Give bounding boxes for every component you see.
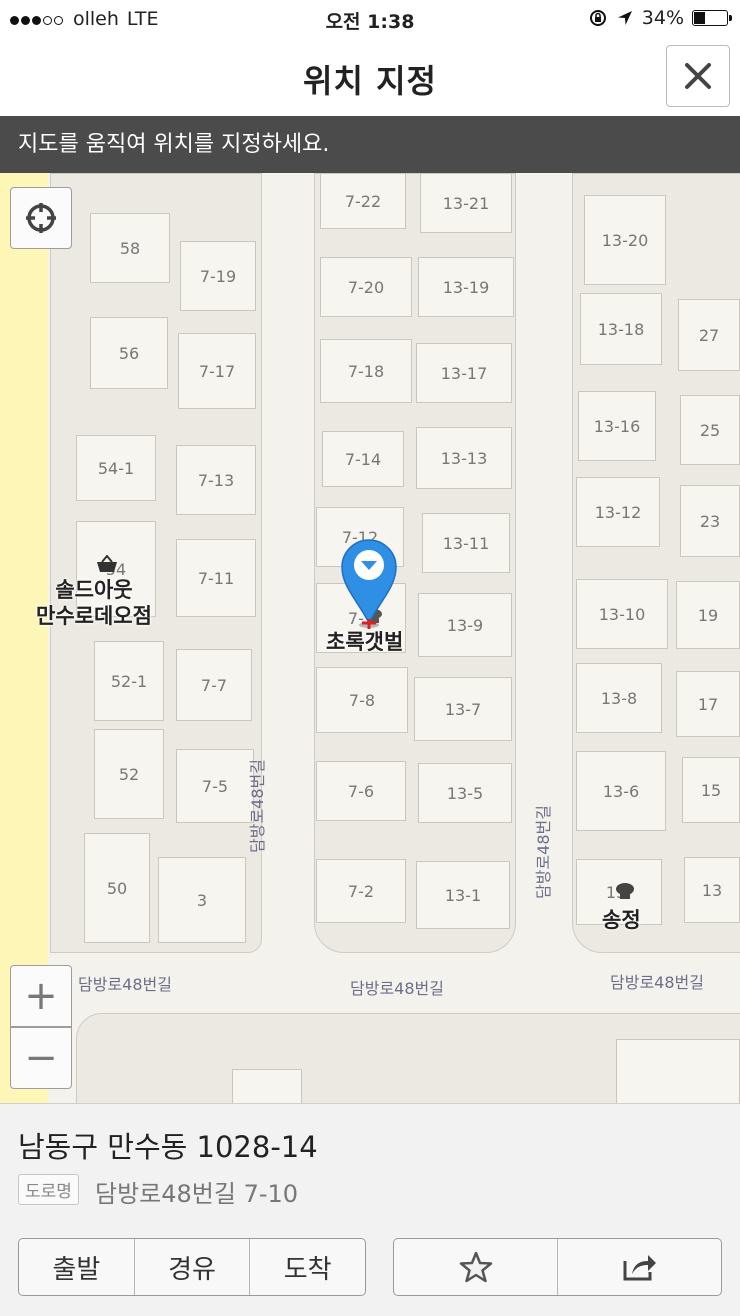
building: 13-17 xyxy=(416,343,512,403)
building: 52 xyxy=(94,729,164,819)
building: 7-17 xyxy=(178,333,256,409)
battery-icon xyxy=(692,10,732,26)
building: 7-5 xyxy=(176,749,254,823)
building: 19 xyxy=(676,581,740,649)
building: 15 xyxy=(682,757,740,823)
share-icon xyxy=(623,1255,656,1281)
restaurant-icon xyxy=(616,883,634,899)
building: 7-13 xyxy=(176,445,256,515)
location-pin-icon[interactable] xyxy=(338,535,400,631)
city-block-east xyxy=(572,173,740,953)
shopping-basket-icon xyxy=(97,555,117,572)
building: 3 xyxy=(158,857,246,943)
road-label: 담방로48번길 xyxy=(610,973,704,992)
battery-percent: 34% xyxy=(641,7,684,29)
building: 56 xyxy=(90,317,168,389)
location-arrow-icon xyxy=(617,11,632,25)
close-button[interactable] xyxy=(666,45,730,107)
building: 13-11 xyxy=(422,513,510,573)
share-button[interactable] xyxy=(558,1239,721,1295)
building: 13-1 xyxy=(416,861,510,929)
zoom-in-button[interactable]: + xyxy=(10,965,72,1027)
building: 50 xyxy=(84,833,150,943)
building: 13-10 xyxy=(576,579,668,649)
road-label: 담방로48번길 xyxy=(534,805,553,899)
favorite-button[interactable] xyxy=(394,1239,558,1295)
building: 7-22 xyxy=(320,173,406,229)
building: 58 xyxy=(90,213,170,283)
building-south xyxy=(232,1069,302,1103)
building: 7-8 xyxy=(316,667,408,733)
locate-me-button[interactable] xyxy=(10,187,72,249)
building: 7-14 xyxy=(322,431,404,487)
map-view[interactable]: 58 56 54-1 54 52-1 52 50 3 7-19 7-17 7-1… xyxy=(0,173,740,1103)
building: 13-5 xyxy=(418,763,512,823)
lot-address: 남동구 만수동 1028-14 xyxy=(18,1130,318,1164)
poi-restaurant-label: 초록갯벌 xyxy=(326,630,404,654)
action-button-group xyxy=(393,1238,722,1296)
rotation-lock-icon xyxy=(589,10,606,26)
route-button-group: 출발 경유 도착 xyxy=(18,1238,366,1296)
building: 7-18 xyxy=(320,339,412,403)
building: 13-12 xyxy=(576,477,660,547)
start-button[interactable]: 출발 xyxy=(19,1239,135,1295)
poi-outlet-label: 솔드아웃 만수로데오점 xyxy=(36,577,152,629)
building: 25 xyxy=(680,395,740,465)
building: 7-7 xyxy=(176,649,252,721)
poi-restaurant-label: 송정 xyxy=(602,908,641,932)
poi-outlet-branch: 만수로데오점 xyxy=(36,604,152,628)
building: 13-6 xyxy=(576,751,666,831)
building: 17 xyxy=(676,671,740,737)
location-info-panel: 남동구 만수동 1028-14 도로명 담방로48번길 7-10 출발 경유 도… xyxy=(0,1103,740,1316)
instruction-banner: 지도를 움직여 위치를 지정하세요. xyxy=(0,116,740,173)
building: 7-19 xyxy=(180,241,256,311)
building: 13-21 xyxy=(420,173,512,233)
building: 7-2 xyxy=(316,859,406,923)
building: 13-7 xyxy=(414,677,512,741)
status-icons: 34% xyxy=(588,7,732,29)
road-name-badge: 도로명 xyxy=(18,1174,79,1205)
building: 7-6 xyxy=(316,761,406,821)
building-south xyxy=(616,1039,740,1103)
building: 13-18 xyxy=(580,293,662,365)
building: 23 xyxy=(680,485,740,557)
status-bar: olleh LTE 오전 1:38 34% xyxy=(0,0,740,38)
page-title: 위치 지정 xyxy=(303,62,437,100)
road-label: 담방로48번길 xyxy=(78,975,172,994)
main-road-strip xyxy=(0,173,48,1103)
poi-outlet-name: 솔드아웃 xyxy=(55,578,133,602)
road-address: 담방로48번길 7-10 xyxy=(95,1180,299,1208)
building: 54-1 xyxy=(76,435,156,501)
road-label: 담방로48번길 xyxy=(350,979,444,998)
minus-icon: − xyxy=(24,1035,58,1081)
plus-icon: + xyxy=(24,973,58,1019)
building: 13-13 xyxy=(416,427,512,489)
building: 27 xyxy=(678,299,740,371)
road-label: 담방로48번길 xyxy=(248,759,267,853)
arrive-button[interactable]: 도착 xyxy=(250,1239,365,1295)
star-icon xyxy=(459,1251,492,1283)
building: 13-16 xyxy=(578,391,656,461)
building: 13-20 xyxy=(584,195,666,285)
building: 7-20 xyxy=(320,257,412,317)
building: 52-1 xyxy=(94,641,164,721)
building: 13 xyxy=(684,857,740,923)
crosshair-icon xyxy=(26,203,56,233)
zoom-out-button[interactable]: − xyxy=(10,1027,72,1089)
nav-bar: 위치 지정 xyxy=(0,38,740,116)
building: 13-8 xyxy=(576,663,662,733)
building: 7-11 xyxy=(176,539,256,617)
building: 13-9 xyxy=(418,593,512,657)
via-button[interactable]: 경유 xyxy=(135,1239,251,1295)
close-icon xyxy=(685,63,711,89)
building: 13-19 xyxy=(418,257,514,317)
